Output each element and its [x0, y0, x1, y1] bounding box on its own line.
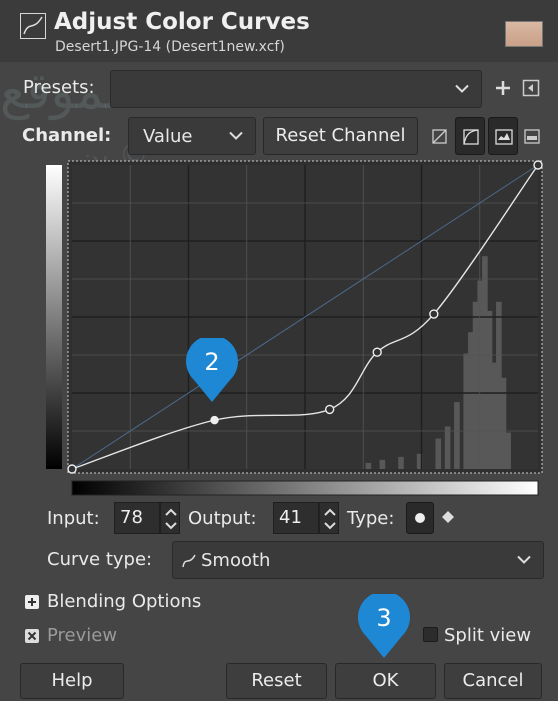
histogram-bar: [379, 459, 386, 469]
input-gradient-bar: [71, 480, 539, 496]
curve-control-point: [210, 415, 219, 425]
preview-checkbox[interactable]: [25, 628, 39, 643]
output-stepper[interactable]: [319, 502, 339, 534]
curve-control-point: [533, 160, 543, 170]
curve-type-dropdown[interactable]: Smooth: [172, 541, 544, 579]
help-button[interactable]: Help: [20, 663, 124, 699]
reset-button[interactable]: Reset: [226, 663, 327, 699]
histogram-bar: [505, 432, 511, 469]
chevron-down-icon: [517, 555, 531, 564]
smooth-curve-icon: [182, 554, 196, 568]
step-badge-2: 2: [186, 338, 238, 404]
corner-point-icon[interactable]: [440, 509, 456, 525]
curve-type-value: Smooth: [201, 550, 271, 571]
curve-control-point: [429, 309, 439, 319]
input-label: Input:: [47, 508, 100, 529]
smooth-point-button[interactable]: [406, 502, 434, 534]
split-view-checkbox[interactable]: [423, 627, 438, 642]
circle-point-icon: [415, 513, 425, 523]
histogram-bar: [365, 462, 372, 469]
histogram-bar: [454, 402, 460, 469]
preview-label: Preview: [47, 625, 118, 646]
histogram-bar: [398, 456, 404, 469]
curve-control-point: [67, 464, 77, 474]
step-badge-3: 3: [358, 594, 410, 660]
step-badge-3-number: 3: [376, 604, 392, 632]
step-badge-2-number: 2: [204, 348, 220, 376]
input-stepper[interactable]: [160, 502, 180, 534]
curve-control-point: [372, 347, 382, 357]
split-view-label: Split view: [444, 625, 532, 646]
type-label: Type:: [347, 508, 395, 529]
output-field[interactable]: 41: [273, 502, 319, 534]
curve-type-label: Curve type:: [47, 549, 153, 570]
output-gradient-bar: [46, 165, 62, 469]
output-label: Output:: [188, 508, 257, 529]
ok-button[interactable]: OK: [335, 663, 436, 699]
histogram-bar: [444, 426, 451, 469]
input-field[interactable]: 78: [114, 502, 160, 534]
blending-options-label[interactable]: Blending Options: [47, 591, 201, 612]
expand-icon[interactable]: [25, 594, 39, 609]
curve-control-point: [324, 404, 335, 415]
cancel-button[interactable]: Cancel: [444, 663, 542, 699]
histogram-bar: [435, 438, 442, 469]
